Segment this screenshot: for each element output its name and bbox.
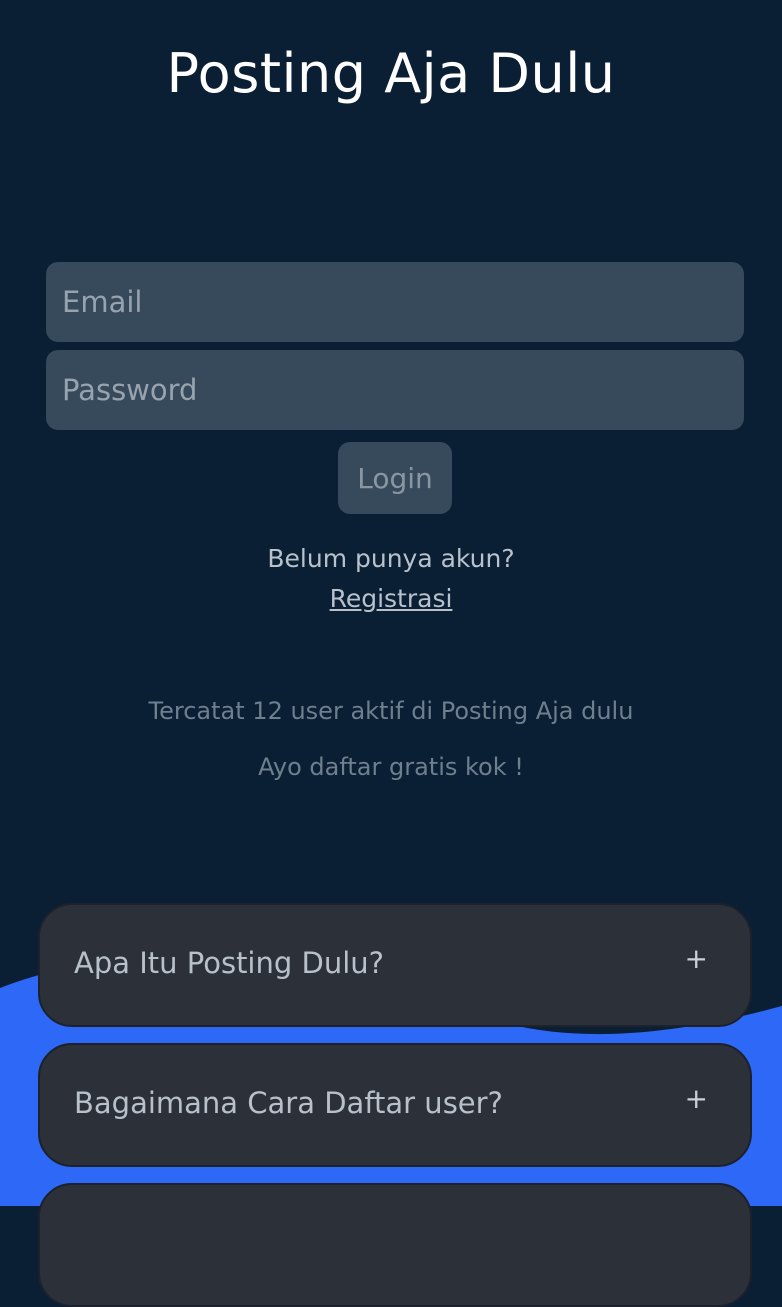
- page-title: Posting Aja Dulu: [166, 42, 616, 105]
- faq-question: Bagaimana Cara Daftar user?: [74, 1086, 503, 1120]
- register-link[interactable]: Registrasi: [0, 584, 782, 613]
- plus-icon[interactable]: +: [685, 1079, 708, 1119]
- register-prompt: Belum punya akun?: [267, 544, 515, 573]
- password-field[interactable]: [46, 350, 744, 430]
- email-field[interactable]: [46, 262, 744, 342]
- login-button[interactable]: Login: [338, 442, 452, 514]
- signup-cta-text: Ayo daftar gratis kok !: [258, 753, 524, 781]
- faq-item[interactable]: Bagaimana Cara Daftar user? +: [38, 1043, 752, 1167]
- faq-question: Apa Itu Posting Dulu?: [74, 946, 385, 980]
- active-users-text: Tercatat 12 user aktif di Posting Aja du…: [148, 697, 634, 725]
- plus-icon[interactable]: +: [685, 939, 708, 979]
- faq-item[interactable]: Apa Itu Posting Dulu? +: [38, 903, 752, 1027]
- faq-item[interactable]: [38, 1183, 752, 1307]
